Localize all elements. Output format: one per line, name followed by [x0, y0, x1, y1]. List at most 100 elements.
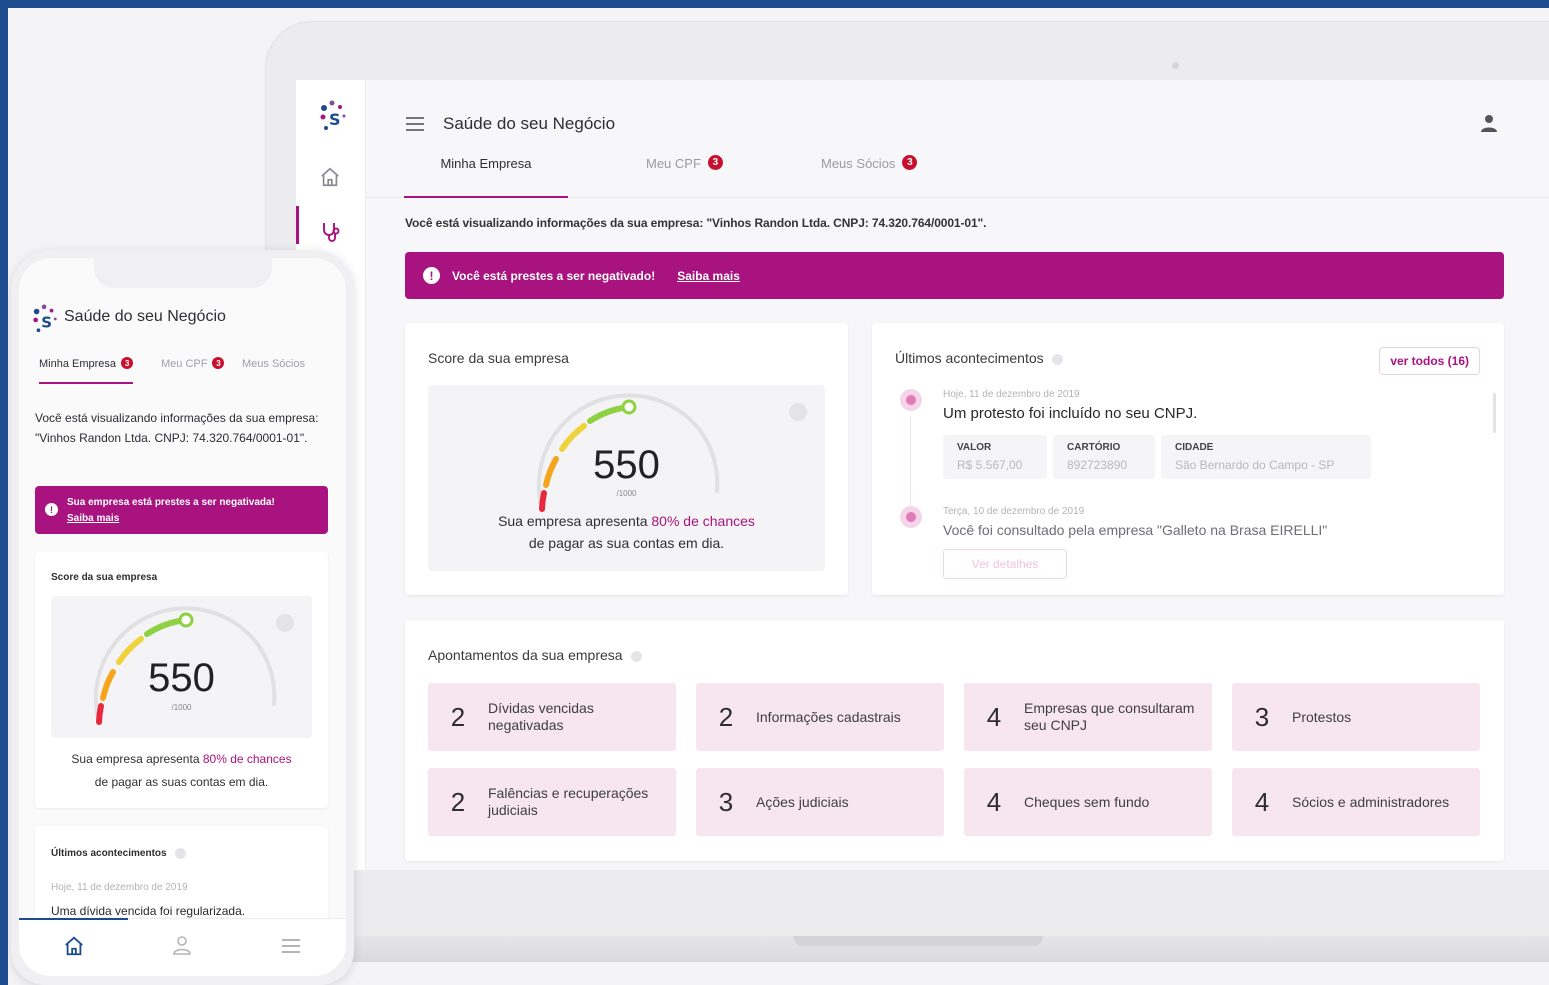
saiba-mais-link[interactable]: Saiba mais: [67, 511, 318, 527]
score-desc-prefix: Sua empresa apresenta: [498, 513, 648, 529]
score-card: Score da sua empresa 550 /1000 Sua empre…: [405, 323, 848, 595]
apontamento-count: 4: [1254, 786, 1270, 817]
mobile-page-title: Saúde do seu Negócio: [64, 308, 226, 325]
events-card-title-wrap: Últimos acontecimentos: [51, 848, 186, 859]
tab-label: Meus Sócios: [821, 156, 896, 171]
field-value: 892723890: [1067, 458, 1128, 472]
apontamento-tile[interactable]: 2 Dívidas vencidas negativadas: [428, 683, 676, 751]
tab-minha-empresa[interactable]: Minha Empresa: [404, 156, 568, 198]
score-value: 550: [593, 443, 660, 487]
notification-badge: 3: [902, 155, 918, 170]
score-denominator: /1000: [171, 703, 192, 712]
tab-meu-cpf[interactable]: Meu CPF 3: [161, 357, 225, 370]
svg-text:S: S: [329, 110, 341, 129]
home-icon[interactable]: [63, 935, 85, 957]
apontamento-tile[interactable]: 3 Protestos: [1232, 683, 1480, 751]
apontamento-count: 4: [986, 786, 1002, 817]
apontamento-tile[interactable]: 4 Empresas que consultaram seu CNPJ: [964, 683, 1212, 751]
apontamento-label: Ações judiciais: [756, 793, 849, 810]
info-icon[interactable]: [630, 650, 642, 662]
mobile-tabs: Minha Empresa 3 Meu CPF 3 Meus Sócios: [39, 357, 339, 384]
svg-text:S: S: [41, 313, 52, 331]
apontamento-count: 2: [450, 786, 466, 817]
tab-label: Meus Sócios: [242, 358, 305, 370]
apontamentos-card: Apontamentos da sua empresa 2 Dívidas ve…: [405, 620, 1504, 861]
tab-meus-socios[interactable]: Meus Sócios: [242, 358, 305, 370]
score-description: Sua empresa apresenta 80% de chances de …: [428, 510, 825, 554]
score-desc-highlight: 80% de chances: [202, 752, 292, 766]
events-scrollbar[interactable]: [1493, 393, 1496, 433]
apontamento-tile[interactable]: 2 Falências e recuperações judiciais: [428, 768, 676, 836]
view-all-button[interactable]: ver todos (16): [1379, 347, 1480, 375]
event-date: Hoje, 11 de dezembro de 2019: [943, 389, 1080, 400]
phone-notch: [94, 258, 272, 288]
mobile-screen: S Saúde do seu Negócio Minha Empresa 3 M…: [19, 258, 346, 976]
apontamento-tile[interactable]: 2 Informações cadastrais: [696, 683, 944, 751]
event-text: Um protesto foi incluído no seu CNPJ.: [943, 405, 1198, 422]
apontamento-label: Falências e recuperações judiciais: [488, 785, 649, 818]
saiba-mais-link[interactable]: Saiba mais: [677, 269, 740, 283]
info-icon[interactable]: [789, 403, 807, 421]
canvas: S Saúde do seu Negócio Minha Empresa Meu…: [8, 8, 1549, 985]
apontamento-label: Dívidas vencidas negativadas: [488, 700, 594, 733]
event-text: Uma dívida vencida foi regularizada.: [51, 904, 246, 918]
score-desc-prefix: Sua empresa apresenta: [71, 752, 200, 766]
info-icon[interactable]: [174, 848, 186, 859]
alert-icon: !: [423, 267, 440, 284]
view-details-button[interactable]: Ver detalhes: [943, 549, 1067, 579]
event-date: Hoje, 11 de dezembro de 2019: [51, 882, 188, 893]
apontamento-tile[interactable]: 4 Sócios e administradores: [1232, 768, 1480, 836]
rail-active-indicator: [296, 206, 299, 244]
desktop-screen: S Saúde do seu Negócio Minha Empresa Meu…: [296, 80, 1549, 870]
laptop-camera: [1172, 62, 1179, 69]
apontamento-label: Protestos: [1292, 708, 1352, 725]
company-info-text: Você está visualizando informações da su…: [35, 411, 319, 445]
logo-icon: S: [33, 304, 57, 333]
alert-icon: !: [45, 503, 58, 516]
score-denominator: /1000: [616, 489, 637, 498]
event-marker: [900, 389, 922, 411]
events-card-title: Últimos acontecimentos: [895, 350, 1044, 366]
tab-meu-cpf[interactable]: Meu CPF 3: [646, 155, 723, 198]
company-info-text: Você está visualizando informações da su…: [405, 216, 987, 230]
field-label: CARTÓRIO: [1067, 442, 1121, 453]
apontamento-label: Cheques sem fundo: [1024, 793, 1150, 810]
notification-badge: 3: [121, 357, 134, 369]
tab-meus-socios[interactable]: Meus Sócios 3: [821, 155, 918, 198]
event-field-cidade: CIDADE São Bernardo do Campo - SP: [1161, 435, 1371, 479]
bottom-nav-indicator: [19, 918, 128, 920]
user-icon[interactable]: [1479, 113, 1499, 133]
score-value: 550: [148, 656, 215, 700]
apontamentos-title: Apontamentos da sua empresa: [428, 647, 623, 663]
tab-minha-empresa[interactable]: Minha Empresa 3: [39, 357, 134, 384]
hamburger-menu-icon[interactable]: [282, 938, 302, 954]
apontamento-label: Empresas que consultaram seu CNPJ: [1024, 700, 1195, 733]
alert-text: Você está prestes a ser negativado!: [452, 268, 656, 283]
user-icon[interactable]: [172, 935, 192, 955]
field-label: VALOR: [957, 442, 992, 453]
info-icon[interactable]: [1051, 353, 1063, 365]
tab-label: Meu CPF: [161, 358, 208, 370]
stethoscope-icon[interactable]: [319, 220, 343, 244]
apontamentos-title-wrap: Apontamentos da sua empresa: [428, 647, 642, 663]
score-card: Score da sua empresa 550 /1000 Sua empre…: [35, 552, 328, 808]
events-card-title-wrap: Últimos acontecimentos: [895, 350, 1063, 366]
laptop-notch: [793, 936, 1043, 946]
event-field-cartorio: CARTÓRIO 892723890: [1053, 435, 1155, 479]
notification-badge: 3: [707, 155, 723, 170]
negative-alert-banner: ! Sua empresa está prestes a ser negativ…: [35, 486, 328, 534]
field-value: R$ 5.567,00: [957, 458, 1023, 472]
score-card-title: Score da sua empresa: [51, 572, 158, 583]
score-description: Sua empresa apresenta 80% de chances de …: [35, 748, 328, 794]
phone-frame: S Saúde do seu Negócio Minha Empresa 3 M…: [11, 250, 354, 985]
apontamento-tile[interactable]: 3 Ações judiciais: [696, 768, 944, 836]
apontamento-tile[interactable]: 4 Cheques sem fundo: [964, 768, 1212, 836]
score-desc-suffix: de pagar as sua contas em dia.: [528, 535, 725, 551]
event-marker: [900, 506, 922, 528]
score-gauge: 550 /1000: [51, 596, 312, 738]
hamburger-menu-icon[interactable]: [406, 116, 426, 132]
tab-label: Minha Empresa: [39, 358, 117, 370]
notification-badge: 3: [212, 357, 225, 369]
alert-text: Sua empresa está prestes a ser negativad…: [67, 497, 275, 508]
home-icon[interactable]: [319, 166, 341, 188]
